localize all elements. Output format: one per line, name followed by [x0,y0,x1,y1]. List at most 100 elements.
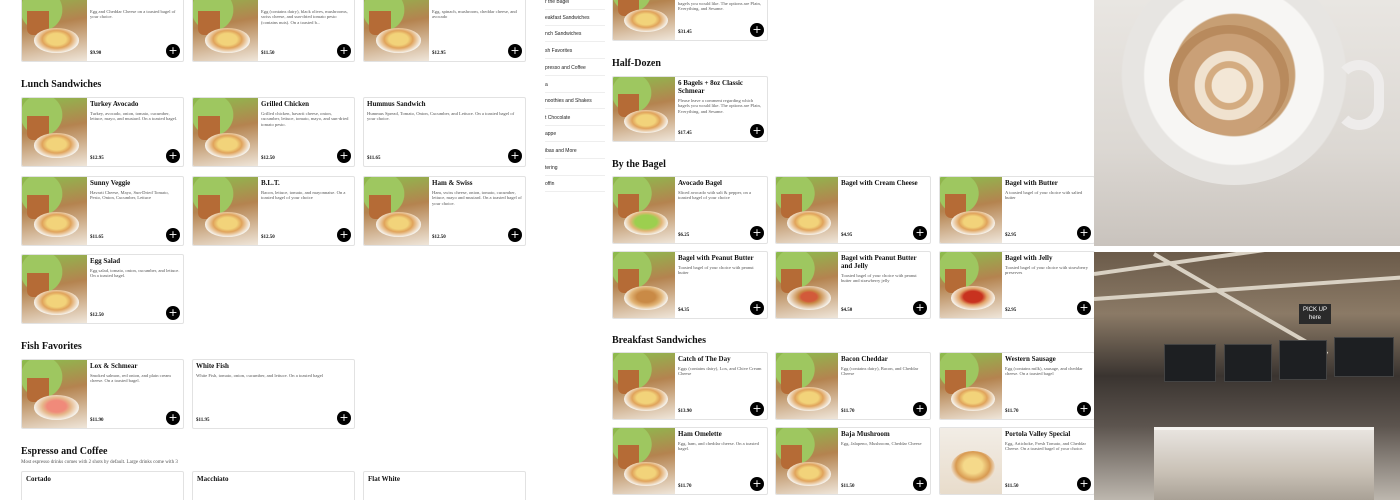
add-to-cart-button[interactable]: + [166,306,180,320]
menu-item-card[interactable]: 6 Bagels + 8oz Classic Schmear Please le… [612,76,768,142]
menu-item-card[interactable]: Bagel with Jelly Toasted bagel of your c… [939,251,1095,319]
food-photo [776,428,838,494]
add-to-cart-button[interactable]: + [913,477,927,491]
plus-icon: + [168,149,178,162]
nav-item[interactable]: eakfast Sandwiches [545,10,605,26]
section-title-by-the-bagel: By the Bagel [612,159,666,170]
menu-item-card[interactable]: Ham Omelette Egg, ham, and cheddar chees… [612,427,768,495]
add-to-cart-button[interactable]: + [750,226,764,240]
menu-item-card[interactable]: Hummus Sandwich Hummus Spread, Tomato, O… [363,97,526,167]
nav-item[interactable]: nch Sandwiches [545,26,605,42]
menu-item-card[interactable]: Western Sausage Egg (contains milk), sau… [939,352,1095,420]
item-description: Smoked salmon, red onion, and plain crea… [90,373,171,384]
item-description: Please leave a comment regarding which b… [678,98,761,114]
nav-item[interactable]: sh Favorites [545,43,605,59]
add-to-cart-button[interactable]: + [337,228,351,242]
menu-item-card[interactable]: Ham & Swiss Ham, swiss cheese, onion, to… [363,176,526,246]
menu-item-card[interactable]: bagels you would like. The options are P… [612,0,768,41]
add-to-cart-button[interactable]: + [750,402,764,416]
add-to-cart-button[interactable]: + [750,124,764,138]
item-price: $12.95 [90,156,104,161]
add-to-cart-button[interactable]: + [1077,402,1091,416]
item-description: Egg salad, tomato, onion, cucumber, and … [90,268,180,279]
add-to-cart-button[interactable]: + [166,149,180,163]
item-description: Toasted bagel of your choice with strawb… [1005,265,1089,276]
item-name: Baja Mushroom [841,430,890,438]
item-name: Bacon Cheddar [841,355,888,363]
food-photo [613,252,675,318]
section-title-lunch: Lunch Sandwiches [21,79,102,90]
item-name: Bagel with Jelly [1005,254,1053,262]
nav-item[interactable]: noothies and Shakes [545,93,605,109]
menu-item-card[interactable]: Egg Salad Egg salad, tomato, onion, cucu… [21,254,184,324]
item-price: $17.45 [678,131,692,136]
menu-item-card[interactable]: Bagel with Cream Cheese $4.95 + [775,176,931,244]
nav-item[interactable]: presso and Coffee [545,60,605,76]
menu-item-card[interactable]: Egg (contains dairy), black olives, mush… [192,0,355,62]
item-description: Turkey, avocado, onion, tomato, cucumber… [90,111,178,122]
item-description: Egg, spinach, mushroom, cheddar cheese, … [432,9,517,20]
nav-item[interactable]: ibas and More [545,143,605,159]
menu-item-card[interactable]: Cortado [21,471,184,500]
add-to-cart-button[interactable]: + [913,402,927,416]
storefront-photo: PICK UP here [1094,252,1400,500]
menu-item-card[interactable]: Bacon Cheddar Egg (contains dairy), Baco… [775,352,931,420]
add-to-cart-button[interactable]: + [337,411,351,425]
menu-item-card[interactable]: Baja Mushroom Egg, Jalapeno, Mushroom, C… [775,427,931,495]
nav-item[interactable]: appe [545,126,605,142]
add-to-cart-button[interactable]: + [508,44,522,58]
menu-item-card[interactable]: Bagel with Butter A toasted bagel of you… [939,176,1095,244]
section-title-half-dozen: Half-Dozen [612,58,661,69]
section-title-espresso: Espresso and Coffee [21,446,108,457]
add-to-cart-button[interactable]: + [337,149,351,163]
nav-item[interactable]: tering [545,160,605,176]
menu-item-card[interactable]: Egg and Cheddar Cheese on a toasted bage… [21,0,184,62]
item-name: Turkey Avocado [90,100,139,108]
add-to-cart-button[interactable]: + [337,44,351,58]
add-to-cart-button[interactable]: + [750,301,764,315]
add-to-cart-button[interactable]: + [1077,301,1091,315]
menu-item-card[interactable]: Turkey Avocado Turkey, avocado, onion, t… [21,97,184,167]
menu-item-card[interactable]: Avocado Bagel Sliced avocado with salt &… [612,176,768,244]
item-price: $11.50 [1005,484,1019,489]
item-name: Macchiato [197,475,229,483]
plus-icon: + [915,402,925,415]
add-to-cart-button[interactable]: + [508,228,522,242]
item-description: Ham, swiss cheese, onion, tomato, cucumb… [432,190,522,206]
menu-item-card[interactable]: Macchiato [192,471,355,500]
add-to-cart-button[interactable]: + [913,226,927,240]
add-to-cart-button[interactable]: + [166,44,180,58]
menu-item-card[interactable]: Lox & Schmear Smoked salmon, red onion, … [21,359,184,429]
menu-item-card[interactable]: Catch of The Day Eggs (contains dairy), … [612,352,768,420]
pickup-sign: PICK UP here [1299,304,1331,324]
nav-item[interactable]: t Chocolate [545,110,605,126]
item-name: Flat White [368,475,400,483]
menu-item-card[interactable]: Bagel with Peanut Butter Toasted bagel o… [612,251,768,319]
item-name: B.L.T. [261,179,280,187]
menu-item-card[interactable]: B.L.T. Bacon, lettuce, tomato, and mayon… [192,176,355,246]
item-price: $2.95 [1005,233,1017,238]
add-to-cart-button[interactable]: + [166,228,180,242]
item-price: $11.95 [196,418,210,423]
add-to-cart-button[interactable]: + [508,149,522,163]
menu-item-card[interactable]: Grilled Chicken Grilled chicken, havarti… [192,97,355,167]
add-to-cart-button[interactable]: + [1077,477,1091,491]
add-to-cart-button[interactable]: + [750,23,764,37]
add-to-cart-button[interactable]: + [1077,226,1091,240]
section-subtitle-espresso: Most espresso drinks comes with 2 shots … [21,460,178,465]
nav-item[interactable]: offin [545,176,605,192]
plus-icon: + [752,301,762,314]
menu-item-card[interactable]: Sunny Veggie Havarti Cheese, Mayo, Sun-D… [21,176,184,246]
add-to-cart-button[interactable]: + [913,301,927,315]
menu-item-card[interactable]: White Fish White Fish, tomato, onion, cu… [192,359,355,429]
add-to-cart-button[interactable]: + [750,477,764,491]
menu-item-card[interactable]: Egg, spinach, mushroom, cheddar cheese, … [363,0,526,62]
menu-item-card[interactable]: Bagel with Peanut Butter and Jelly Toast… [775,251,931,319]
add-to-cart-button[interactable]: + [166,411,180,425]
menu-item-card[interactable]: Flat White [363,471,526,500]
nav-item[interactable]: a [545,77,605,93]
nav-item[interactable]: r the Bagel [545,0,605,10]
menu-item-card[interactable]: Portola Valley Special Egg, Artichoke, F… [939,427,1095,495]
item-price: $13.90 [678,409,692,414]
plus-icon: + [752,124,762,137]
